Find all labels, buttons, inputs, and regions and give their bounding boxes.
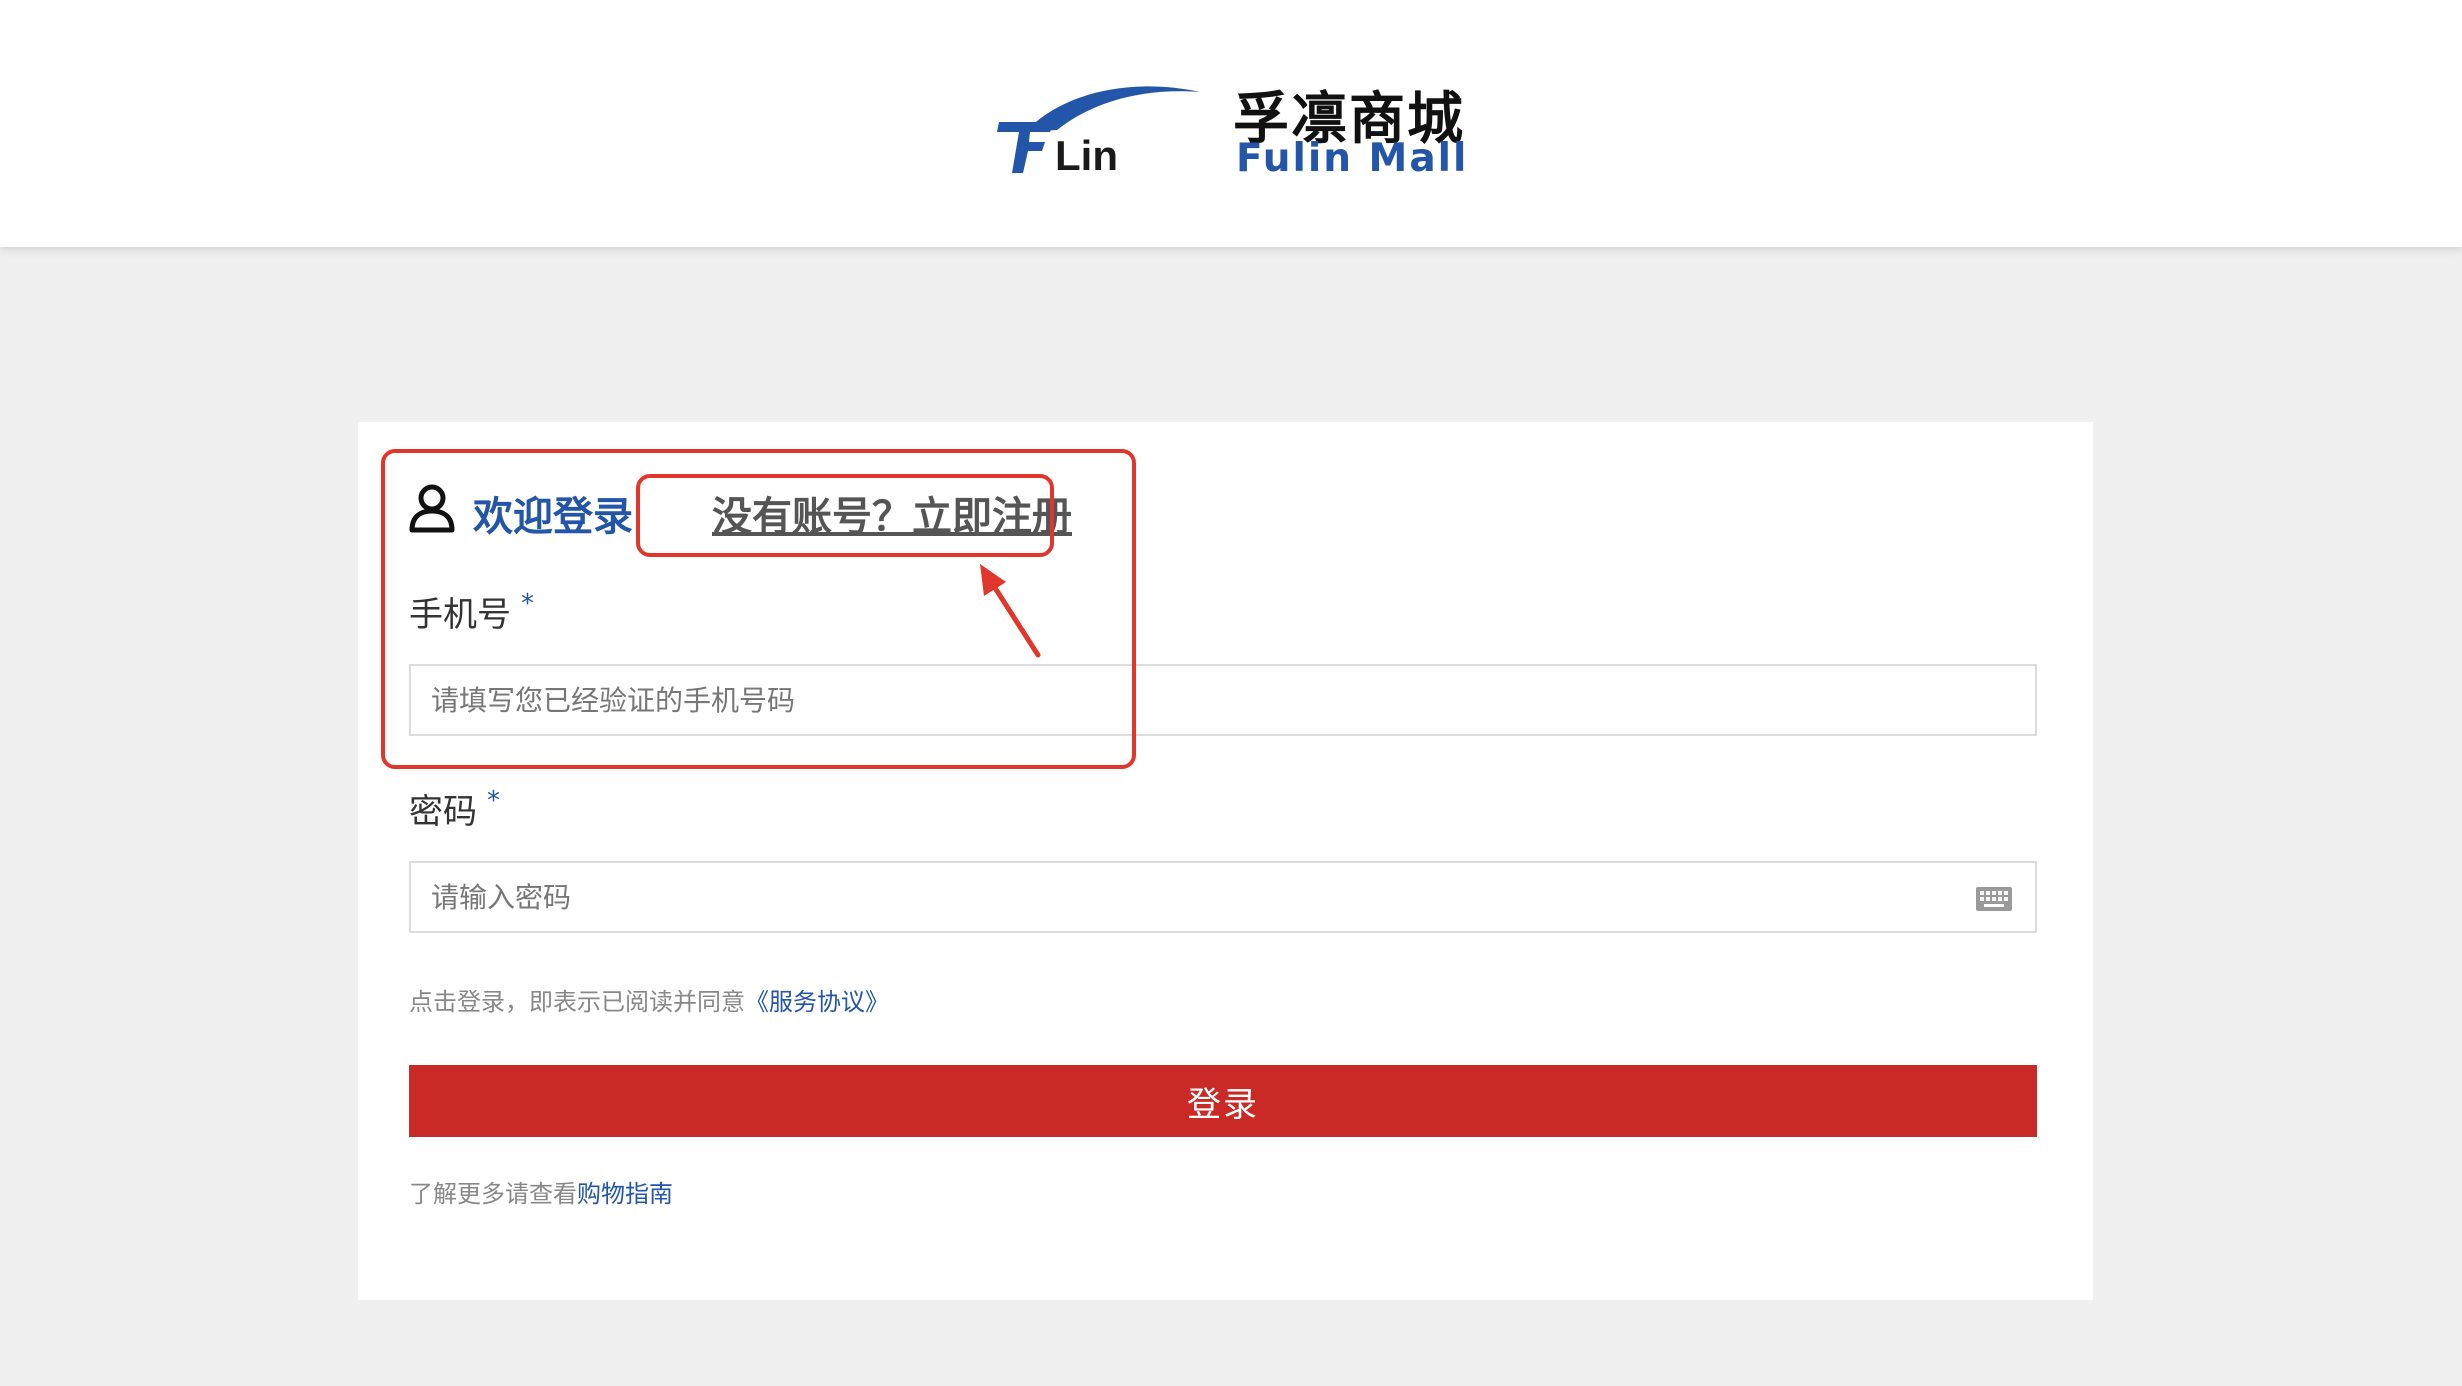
agreement-notice: 点击登录，即表示已阅读并同意《服务协议》 [409,982,889,1017]
register-link[interactable]: 没有账号？立即注册 [712,484,1072,542]
guide-text: 了解更多请查看 [409,1180,577,1208]
login-button[interactable]: 登录 [409,1065,2037,1137]
logo-english-name: Fulin Mall [1236,136,1469,181]
flin-logo-mark: Lin [997,86,1200,179]
required-marker: * [521,589,534,619]
welcome-title: 欢迎登录 [473,494,633,540]
agreement-text: 点击登录，即表示已阅读并同意 [409,988,745,1016]
login-panel: 欢迎登录 没有账号？立即注册 手机号 * 密码 * 点击登录，即表示已阅读并同意《服… [358,422,2093,1300]
service-agreement-link[interactable]: 《服务协议》 [745,988,889,1016]
password-field[interactable] [409,861,2037,933]
phone-label: 手机号 * [409,587,534,636]
svg-text:Lin: Lin [1055,132,1118,179]
keyboard-icon[interactable] [1975,886,2013,912]
password-input[interactable] [411,863,1931,931]
site-header: Lin 孚凛商城 Fulin Mall [0,0,2462,247]
user-icon [409,484,455,533]
required-marker: * [487,786,500,816]
fulin-mall-logo[interactable]: Lin 孚凛商城 Fulin Mall [995,70,1466,185]
phone-field[interactable] [409,664,2037,736]
password-label-text: 密码 [409,792,477,832]
phone-label-text: 手机号 [409,595,511,635]
shopping-guide-link[interactable]: 购物指南 [577,1180,673,1208]
phone-input[interactable] [411,666,1931,734]
password-label: 密码 * [409,784,500,833]
shopping-guide-notice: 了解更多请查看购物指南 [409,1174,673,1209]
